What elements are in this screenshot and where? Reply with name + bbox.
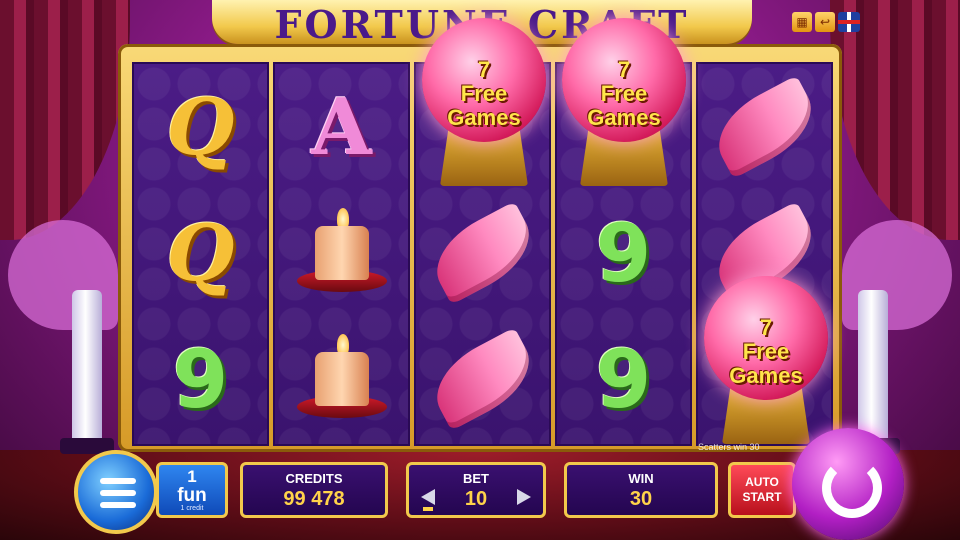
denomination-button[interactable]: 1 fun 1 credit [156, 462, 228, 518]
right-candle [846, 290, 900, 454]
crystal-ball-scatter-icon: 7 Free Games [418, 18, 550, 188]
uk-flag-icon[interactable] [838, 12, 860, 32]
feather-symbol-icon [416, 316, 549, 442]
symbol-nine: 9 [595, 206, 652, 300]
right-curtain [830, 0, 960, 240]
spin-arrow-icon [822, 458, 882, 518]
scatter-win-text: Scatters win 30 [698, 442, 760, 452]
bet-label: BET [463, 471, 489, 486]
win-box: WIN 30 [564, 462, 718, 518]
credits-value: 99 478 [283, 488, 345, 510]
symbol-q: Q [166, 81, 235, 173]
symbol-q: Q [166, 207, 235, 299]
crystal-ball-scatter-icon: 7 Free Games [700, 276, 832, 446]
exit-icon[interactable]: ↩ [815, 12, 835, 32]
symbol-nine: 9 [595, 332, 652, 426]
bet-decrease-icon[interactable] [421, 489, 435, 505]
credits-box: CREDITS 99 478 [240, 462, 388, 518]
bet-box: BET 10 [406, 462, 546, 518]
left-curtain [0, 0, 130, 240]
paytable-icon[interactable]: ▦ [792, 12, 812, 32]
win-value: 30 [629, 488, 653, 510]
lines-value: 1 [187, 467, 197, 486]
fun-label: fun [177, 485, 207, 506]
feather-symbol-icon [698, 64, 831, 190]
symbol-nine: 9 [172, 332, 229, 426]
left-candle [60, 290, 114, 454]
auto-start-button[interactable]: AUTO START [728, 462, 796, 518]
win-label: WIN [628, 471, 654, 486]
reel-2: A [273, 62, 410, 446]
symbol-a: A [311, 81, 372, 173]
reel-1: Q Q 9 [132, 62, 269, 446]
crystal-ball-scatter-icon: 7 Free Games [558, 18, 690, 188]
bet-increase-icon[interactable] [517, 489, 531, 505]
feather-symbol-icon [416, 190, 549, 316]
menu-button[interactable] [74, 450, 158, 534]
menu-icon [100, 478, 136, 484]
bet-level-indicator [423, 507, 433, 511]
spin-button[interactable] [792, 428, 904, 540]
credit-note: 1 credit [180, 505, 204, 512]
top-icons: ▦ ↩ [792, 12, 860, 32]
candle-symbol-icon [275, 316, 408, 442]
credits-label: CREDITS [285, 471, 343, 486]
candle-symbol-icon [275, 190, 408, 316]
